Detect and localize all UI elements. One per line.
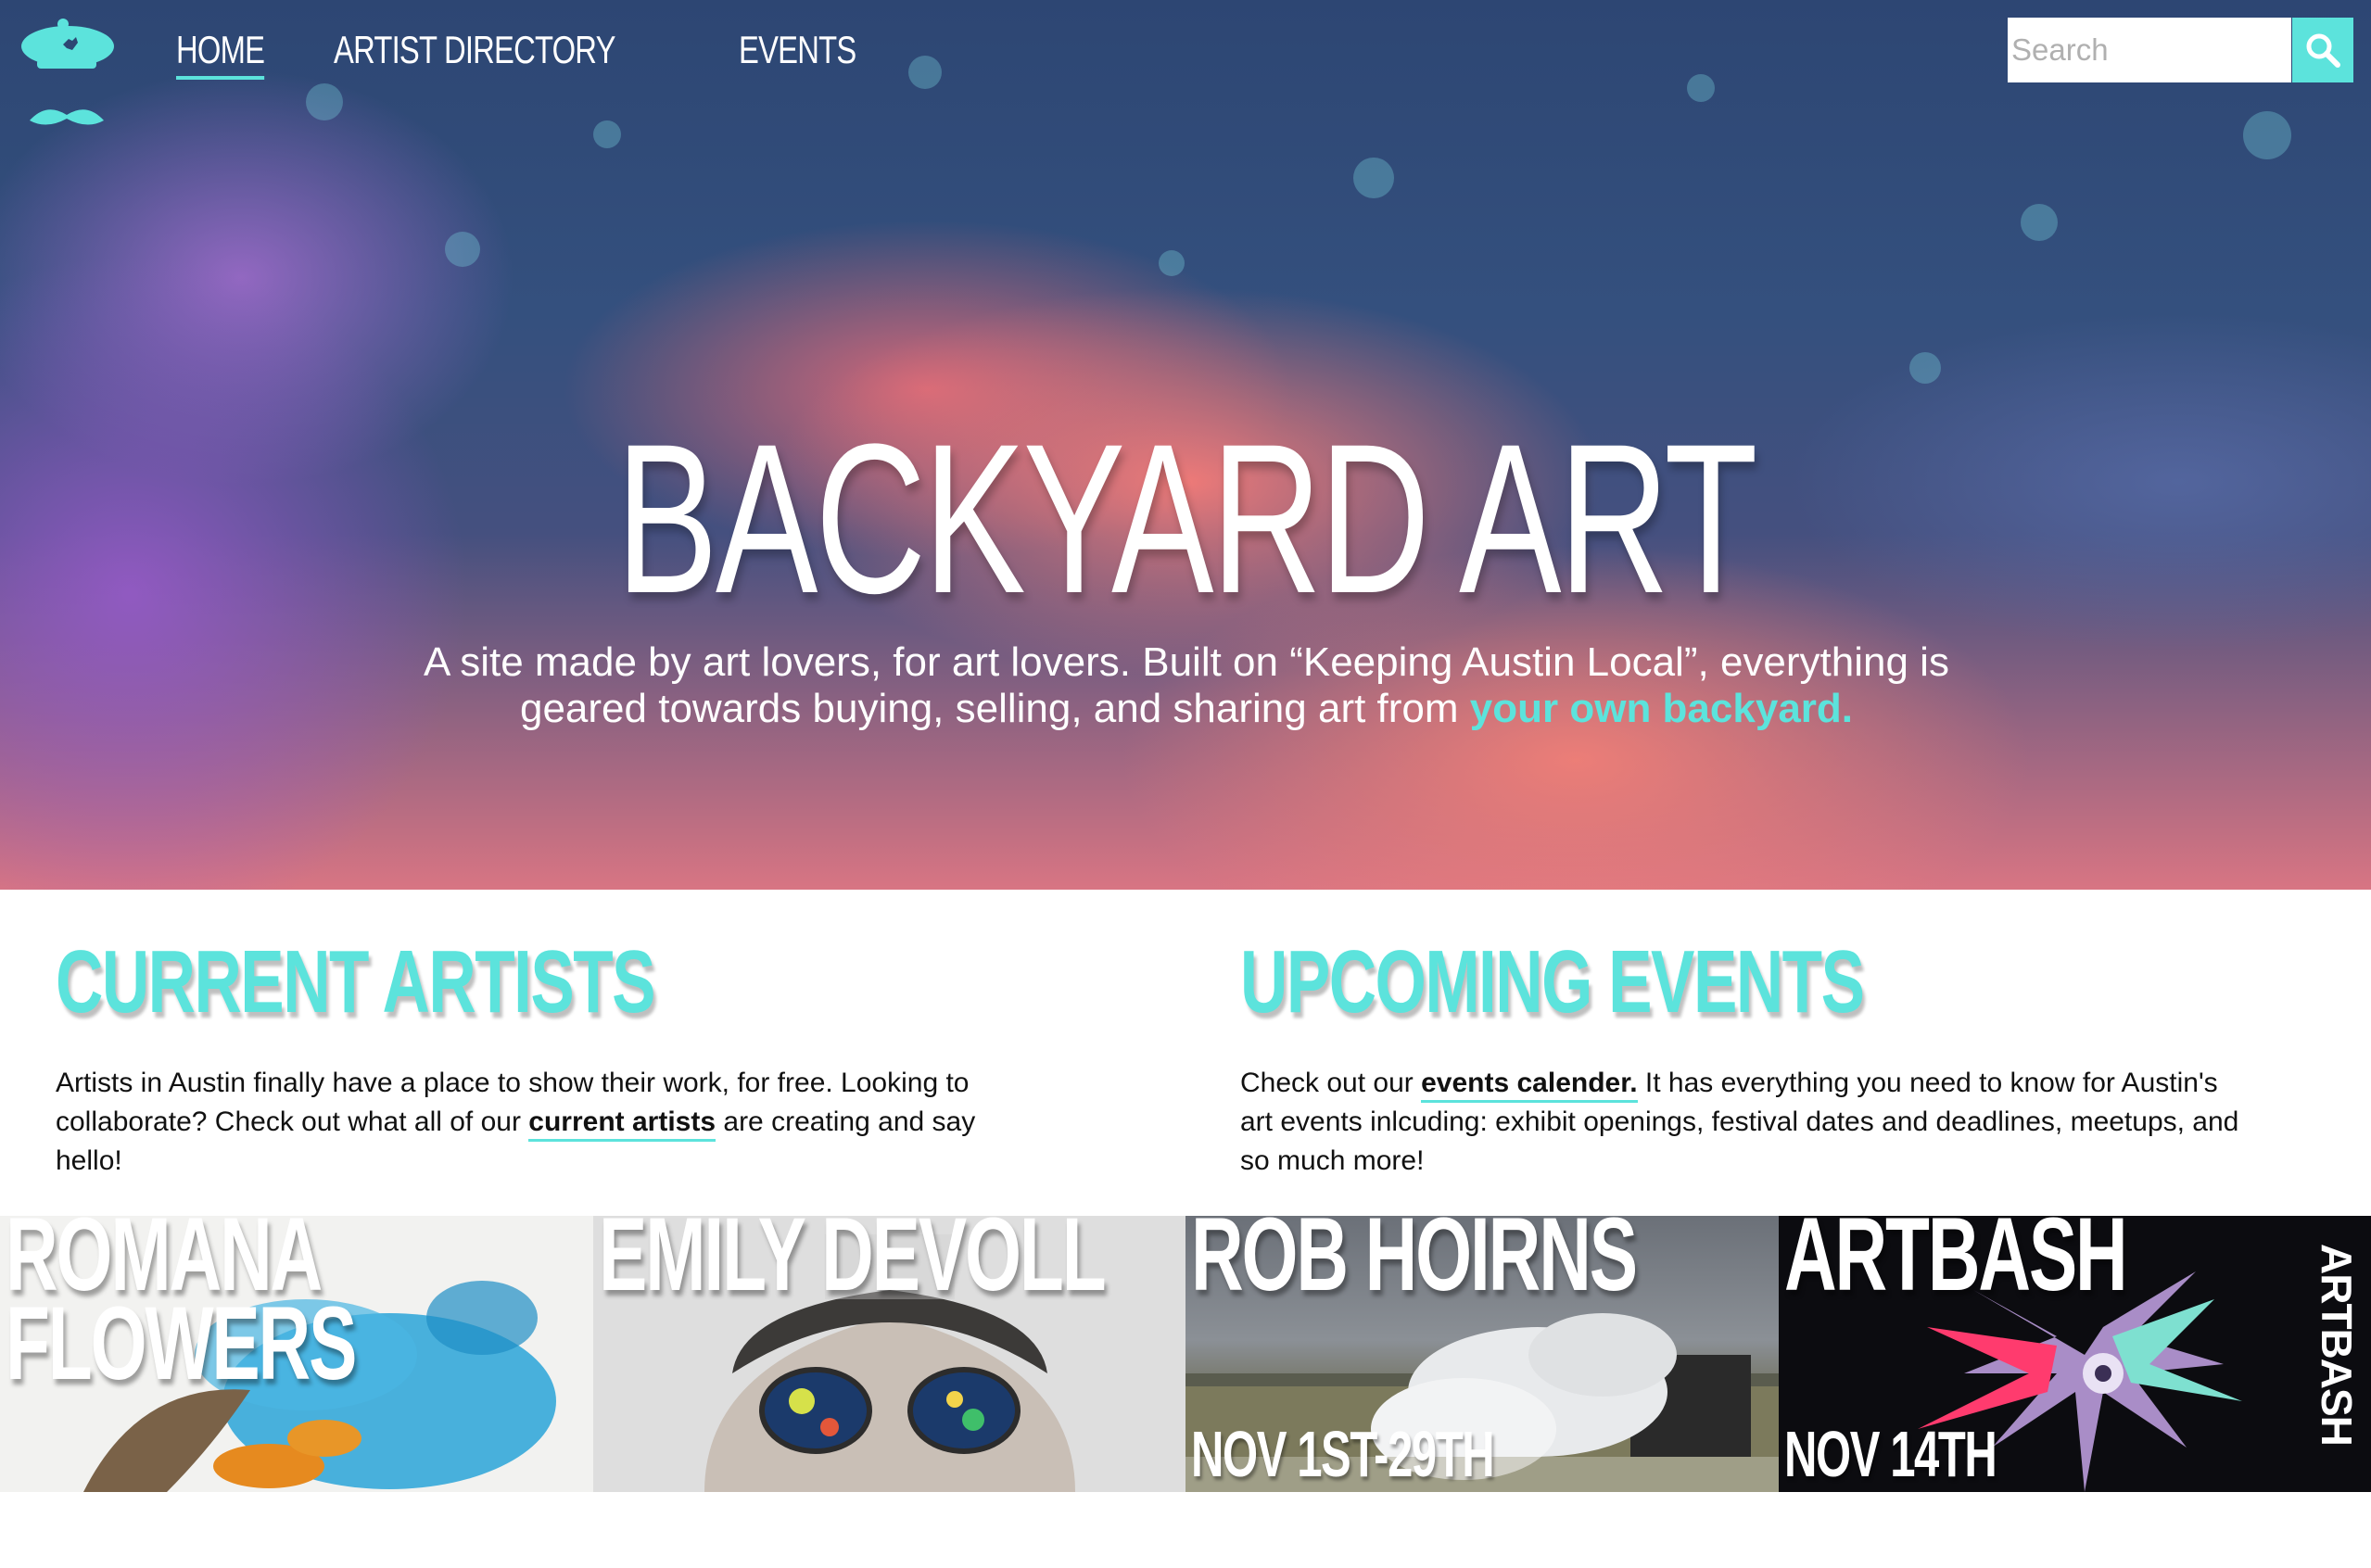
main-nav: HOME ARTIST DIRECTORY EVENTS xyxy=(176,28,889,80)
hero-subtitle-line1: A site made by art lovers, for art lover… xyxy=(424,639,1949,685)
upcoming-events-heading: UPCOMING EVENTS xyxy=(1240,932,1865,1031)
search-input[interactable] xyxy=(2008,18,2291,82)
nav-home[interactable]: HOME xyxy=(176,28,265,80)
bokeh-dot xyxy=(2021,204,2058,241)
tile-emily-devoll[interactable]: EMILY DEVOLL xyxy=(592,1216,1186,1492)
current-artists-heading: CURRENT ARTISTS xyxy=(56,932,656,1031)
search-icon xyxy=(2306,33,2340,68)
events-text-start: Check out our xyxy=(1240,1068,1422,1098)
nav-events[interactable]: EVENTS xyxy=(739,28,856,80)
current-artists-section: CURRENT ARTISTS Artists in Austin finall… xyxy=(56,936,1001,1181)
bokeh-dot xyxy=(306,83,343,120)
nav-artist-directory[interactable]: ARTIST DIRECTORY xyxy=(334,28,615,80)
bokeh-dot xyxy=(593,120,621,148)
hero-subtitle-accent: your own backyard. xyxy=(1469,686,1854,731)
bokeh-dot xyxy=(908,56,942,89)
events-calendar-link[interactable]: events calender. xyxy=(1421,1068,1638,1103)
current-artists-text: Artists in Austin finally have a place t… xyxy=(56,1064,1001,1181)
bokeh-dot xyxy=(1909,352,1941,384)
current-artists-link[interactable]: current artists xyxy=(528,1106,716,1142)
bokeh-dot xyxy=(1159,250,1185,276)
tile-title-artbash: ARTBASH xyxy=(1783,1216,2128,1312)
tile-romana-flowers[interactable]: ROMANA FLOWERS xyxy=(0,1216,593,1492)
tile-title-flowers: FLOWERS xyxy=(6,1285,357,1401)
featured-tiles: ROMANA FLOWERS EMILY DEVOLL ROB HOIRNS N xyxy=(0,1216,2371,1492)
bokeh-dot xyxy=(445,232,480,267)
search-button[interactable] xyxy=(2292,18,2353,82)
logo-icon[interactable] xyxy=(17,17,119,133)
tile-rob-hoirns[interactable]: ROB HOIRNS NOV 1ST-29TH xyxy=(1186,1216,1779,1492)
upcoming-events-section: UPCOMING EVENTS Check out our events cal… xyxy=(1240,936,2251,1181)
bokeh-dot xyxy=(1687,74,1715,102)
hero-title: BACKYARD ART xyxy=(615,399,1757,638)
tile-date-rob-hoirns: NOV 1ST-29TH xyxy=(1191,1418,1495,1490)
upcoming-events-text: Check out our events calender. It has ev… xyxy=(1240,1064,2251,1181)
bokeh-dot xyxy=(1353,158,1394,198)
tile-date-artbash: NOV 14TH xyxy=(1783,1418,1997,1490)
tile-artbash[interactable]: ARTBASH ARTBASH NOV 14TH xyxy=(1778,1216,2371,1492)
hero-subtitle: A site made by art lovers, for art lover… xyxy=(352,639,2021,732)
tile-title-emily-devoll: EMILY DEVOLL xyxy=(598,1216,1107,1312)
hero-subtitle-line2: geared towards buying, selling, and shar… xyxy=(519,686,1470,731)
tile-side-text-artbash: ARTBASH xyxy=(2313,1244,2361,1446)
tile-title-rob-hoirns: ROB HOIRNS xyxy=(1191,1216,1638,1312)
bokeh-dot xyxy=(2243,111,2291,159)
